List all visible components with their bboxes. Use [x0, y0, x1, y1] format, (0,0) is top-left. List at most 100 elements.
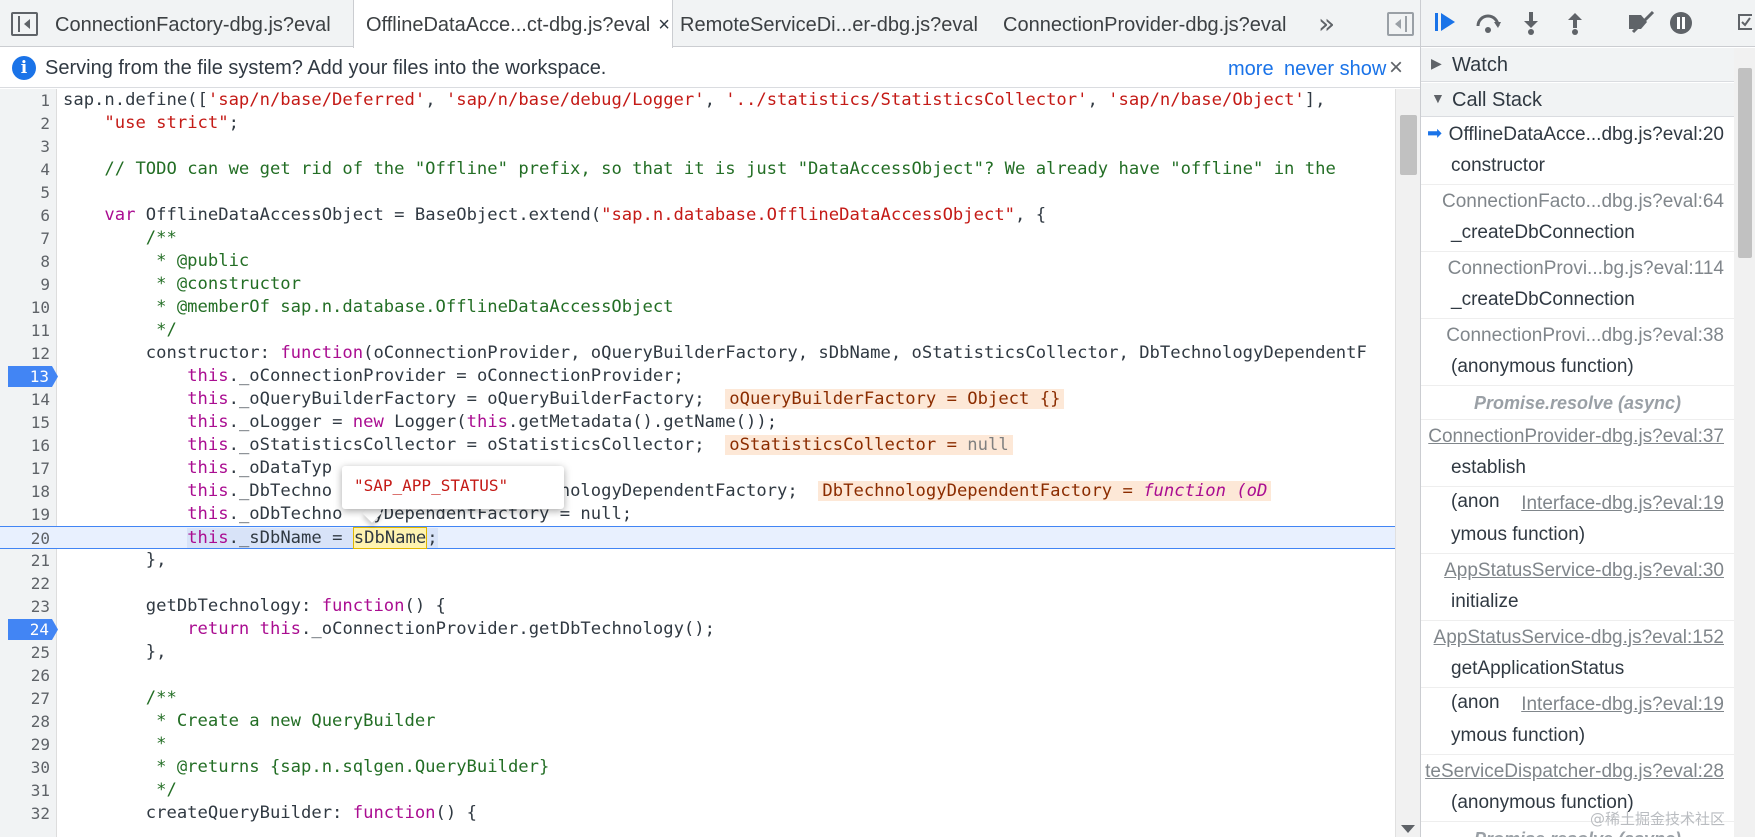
- code-line[interactable]: 23 getDbTechnology: function() {: [0, 595, 1395, 618]
- frame-location-link[interactable]: teServiceDispatcher-dbg.js?eval:28: [1425, 761, 1724, 783]
- code-line[interactable]: 22: [0, 572, 1395, 595]
- line-number[interactable]: 11: [0, 319, 50, 342]
- editor-scrollbar[interactable]: [1395, 89, 1420, 837]
- call-frame[interactable]: AppStatusService-dbg.js?eval:30 initiali…: [1421, 554, 1734, 621]
- code-line[interactable]: 5: [0, 181, 1395, 204]
- line-number[interactable]: 15: [0, 411, 50, 434]
- step-over-icon[interactable]: [1473, 10, 1503, 38]
- line-number[interactable]: 10: [0, 296, 50, 319]
- line-number[interactable]: 23: [0, 595, 50, 618]
- line-number[interactable]: 3: [0, 135, 50, 158]
- frame-location-link[interactable]: Interface-dbg.js?eval:19: [1521, 694, 1724, 716]
- call-frame[interactable]: ➡ OfflineDataAcce...dbg.js?eval:20 const…: [1421, 118, 1734, 185]
- line-number[interactable]: 16: [0, 434, 50, 457]
- line-number[interactable]: 9: [0, 273, 50, 296]
- line-number[interactable]: 27: [0, 687, 50, 710]
- frame-location-link[interactable]: AppStatusService-dbg.js?eval:152: [1434, 627, 1724, 649]
- line-number[interactable]: 32: [0, 802, 50, 825]
- sidebar-scrollbar-thumb[interactable]: [1738, 68, 1752, 258]
- code-editor[interactable]: 1 sap.n.define(['sap/n/base/Deferred', 's…: [0, 89, 1395, 837]
- tab-remoteservicedispatcher[interactable]: RemoteServiceDi...er-dbg.js?eval: [680, 0, 978, 47]
- value-popover[interactable]: "SAP_APP_STATUS": [342, 466, 564, 509]
- infobar-more-link[interactable]: more: [1228, 58, 1274, 81]
- line-number[interactable]: 1: [0, 89, 50, 112]
- code-line[interactable]: 10 * @memberOf sap.n.database.OfflineDat…: [0, 296, 1395, 319]
- code-line[interactable]: 16 this._oStatisticsCollector = oStatist…: [0, 434, 1395, 457]
- code-line[interactable]: 30 * @returns {sap.n.sqlgen.QueryBuilder…: [0, 756, 1395, 779]
- frame-location-link[interactable]: ConnectionProvider-dbg.js?eval:37: [1428, 426, 1724, 448]
- tab-connectionfactory[interactable]: ConnectionFactory-dbg.js?eval: [55, 0, 331, 47]
- call-frame[interactable]: (anon Interface-dbg.js?eval:19 ymous fun…: [1421, 487, 1734, 554]
- code-line[interactable]: 17 this._oDataTyp: [0, 457, 1395, 480]
- frame-location-link[interactable]: AppStatusService-dbg.js?eval:30: [1444, 560, 1724, 582]
- code-line[interactable]: 3: [0, 135, 1395, 158]
- watch-pane-header[interactable]: ▶ Watch: [1421, 48, 1755, 82]
- line-number[interactable]: 6: [0, 204, 50, 227]
- code-line[interactable]: 29 *: [0, 733, 1395, 756]
- line-number[interactable]: 21: [0, 549, 50, 572]
- async-checkbox-icon[interactable]: [1735, 10, 1755, 38]
- code-line[interactable]: 31 */: [0, 779, 1395, 802]
- call-frame[interactable]: ConnectionProvider-dbg.js?eval:37 establ…: [1421, 420, 1734, 487]
- code-line[interactable]: 14 this._oQueryBuilderFactory = oQueryBu…: [0, 388, 1395, 411]
- toggle-navigator-icon[interactable]: [11, 12, 38, 36]
- breakpoint-marker[interactable]: 24: [8, 619, 58, 640]
- editor-scrollbar-thumb[interactable]: [1400, 115, 1417, 175]
- line-number[interactable]: 4: [0, 158, 50, 181]
- code-line[interactable]: 6 var OfflineDataAccessObject = BaseObje…: [0, 204, 1395, 227]
- code-line[interactable]: 26: [0, 664, 1395, 687]
- code-line[interactable]: 15 this._oLogger = new Logger(this.getMe…: [0, 411, 1395, 434]
- line-number[interactable]: 14: [0, 388, 50, 411]
- code-line[interactable]: 28 * Create a new QueryBuilder: [0, 710, 1395, 733]
- code-line[interactable]: 19 this._oDbTechno yDependentFactory = n…: [0, 503, 1395, 526]
- call-frame[interactable]: ConnectionFacto...dbg.js?eval:64 _create…: [1421, 185, 1734, 252]
- call-frame[interactable]: (anon Interface-dbg.js?eval:19 ymous fun…: [1421, 688, 1734, 755]
- scroll-down-arrow-icon[interactable]: [1401, 825, 1415, 833]
- line-number[interactable]: 19: [0, 503, 50, 526]
- tab-close-icon[interactable]: ×: [658, 14, 670, 36]
- code-line[interactable]: 9 * @constructor: [0, 273, 1395, 296]
- infobar-close-icon[interactable]: ×: [1389, 54, 1403, 82]
- line-number[interactable]: 22: [0, 572, 50, 595]
- code-line[interactable]: 4 // TODO can we get rid of the "Offline…: [0, 158, 1395, 181]
- code-line[interactable]: 24 return this._oConnectionProvider.getD…: [0, 618, 1395, 641]
- tab-offlinedataaccess[interactable]: OfflineDataAcce...ct-dbg.js?eval ×: [353, 0, 673, 48]
- pause-on-exceptions-icon[interactable]: [1666, 10, 1696, 38]
- code-line[interactable]: 2 "use strict";: [0, 112, 1395, 135]
- deactivate-breakpoints-icon[interactable]: [1627, 10, 1657, 38]
- code-line[interactable]: 27 /**: [0, 687, 1395, 710]
- line-number[interactable]: 12: [0, 342, 50, 365]
- resume-icon[interactable]: [1431, 10, 1461, 38]
- code-line[interactable]: 25 },: [0, 641, 1395, 664]
- step-into-icon[interactable]: [1516, 10, 1546, 38]
- line-number[interactable]: 18: [0, 480, 50, 503]
- code-line[interactable]: 7 /**: [0, 227, 1395, 250]
- line-number[interactable]: 31: [0, 779, 50, 802]
- code-line[interactable]: 11 */: [0, 319, 1395, 342]
- line-number[interactable]: 17: [0, 457, 50, 480]
- more-tabs-icon[interactable]: »: [1318, 10, 1335, 38]
- line-number[interactable]: 20: [0, 527, 50, 550]
- line-number[interactable]: 30: [0, 756, 50, 779]
- breakpoint-marker[interactable]: 13: [8, 366, 58, 387]
- line-number[interactable]: 2: [0, 112, 50, 135]
- code-line[interactable]: 13 this._oConnectionProvider = oConnecti…: [0, 365, 1395, 388]
- infobar-never-show-link[interactable]: never show: [1284, 58, 1386, 81]
- line-number[interactable]: 29: [0, 733, 50, 756]
- tab-connectionprovider[interactable]: ConnectionProvider-dbg.js?eval: [1003, 0, 1287, 47]
- frame-location-link[interactable]: Interface-dbg.js?eval:19: [1521, 493, 1724, 515]
- step-out-icon[interactable]: [1560, 10, 1590, 38]
- code-line[interactable]: 12 constructor: function(oConnectionProv…: [0, 342, 1395, 365]
- line-number[interactable]: 8: [0, 250, 50, 273]
- code-line[interactable]: 32 createQueryBuilder: function() {: [0, 802, 1395, 825]
- line-number[interactable]: 26: [0, 664, 50, 687]
- paused-execution-line[interactable]: 20 this._sDbName = sDbName;: [0, 526, 1395, 549]
- call-frame[interactable]: AppStatusService-dbg.js?eval:152 getAppl…: [1421, 621, 1734, 688]
- code-line[interactable]: 8 * @public: [0, 250, 1395, 273]
- code-line[interactable]: 1 sap.n.define(['sap/n/base/Deferred', 's…: [0, 89, 1395, 112]
- code-line[interactable]: 18 this._DbTechno = DbTechnologyDependen…: [0, 480, 1395, 503]
- line-number[interactable]: 5: [0, 181, 50, 204]
- toggle-debugger-icon[interactable]: [1387, 12, 1414, 36]
- call-frame[interactable]: ConnectionProvi...dbg.js?eval:38 (anonym…: [1421, 319, 1734, 386]
- call-frame[interactable]: ConnectionProvi...bg.js?eval:114 _create…: [1421, 252, 1734, 319]
